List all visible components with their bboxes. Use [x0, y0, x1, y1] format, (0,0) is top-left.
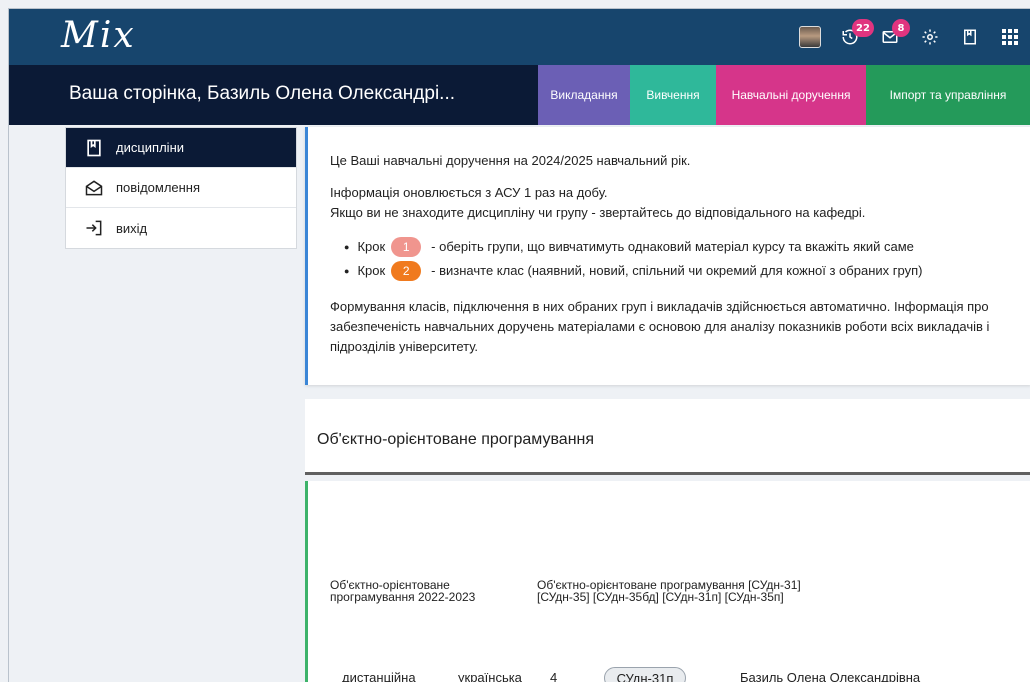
app-frame: Mix 22 8 Ваша сторінка, Базиль Олена Оле… [8, 8, 1030, 682]
sidebar-item-label: вихід [116, 220, 148, 236]
gear-icon [922, 29, 938, 45]
step-1-badge: 1 [391, 237, 422, 257]
study-language: українська [458, 670, 522, 682]
mail-badge: 8 [892, 19, 910, 37]
tab-import-management[interactable]: Імпорт та управління [866, 65, 1030, 125]
group-card: Об'єктно-орієнтоване програмування 2022-… [305, 481, 1030, 682]
group-code-pill[interactable]: СУдн-31п [604, 667, 686, 682]
sidebar-item-messages[interactable]: повідомлення [66, 168, 296, 208]
sidebar-item-disciplines[interactable]: дисципліни [66, 128, 296, 168]
steps-list: ● Крок 1 - оберіть групи, що вивчатимуть… [344, 235, 1009, 283]
info-contact-text: Якщо ви не знаходите дисципліну чи групу… [330, 205, 866, 220]
app-logo[interactable]: Mix [61, 15, 136, 56]
step-1-text: - оберіть групи, що вивчатимуть однакови… [431, 239, 914, 254]
group-full-name: Об'єктно-орієнтоване програмування [СУдн… [537, 578, 801, 604]
title-bar: Ваша сторінка, Базиль Олена Олександрі..… [9, 65, 1030, 125]
tab-teaching[interactable]: Викладання [538, 65, 630, 125]
apps-grid-icon [1002, 29, 1018, 45]
tab-studying[interactable]: Вивчення [630, 65, 716, 125]
history-button[interactable]: 22 [830, 9, 874, 65]
settings-button[interactable] [910, 9, 950, 65]
bookmark-button[interactable] [950, 9, 990, 65]
step-2-text: - визначте клас (наявний, новий, спільни… [431, 263, 923, 278]
step-2-badge: 2 [391, 261, 422, 281]
envelope-icon [85, 179, 103, 195]
sidebar: дисципліни повідомлення вихід [65, 127, 297, 249]
info-update-text: Інформація оновлюється з АСУ 1 раз на до… [330, 185, 608, 200]
info-footer-text: Формування класів, підключення в них обр… [330, 299, 990, 354]
course-number: 4 [550, 670, 558, 682]
group-course-name: Об'єктно-орієнтоване програмування 2022-… [330, 578, 476, 604]
topbar-icons: 22 8 [790, 9, 1030, 65]
step-label: Крок [357, 263, 386, 278]
teacher-name: Базиль Олена Олександрівна [740, 670, 921, 682]
logout-icon [86, 220, 102, 236]
course-title: Об'єктно-орієнтоване програмування [317, 431, 595, 448]
course-header[interactable]: Об'єктно-орієнтоване програмування [305, 399, 1030, 475]
step-label: Крок [357, 239, 386, 254]
sidebar-item-label: дисципліни [116, 140, 185, 155]
book-icon [87, 139, 101, 156]
bookmark-icon [964, 29, 976, 45]
apps-button[interactable] [990, 9, 1030, 65]
sidebar-item-logout[interactable]: вихід [66, 208, 296, 248]
top-bar: Mix 22 8 [9, 9, 1030, 65]
sidebar-item-label: повідомлення [116, 180, 201, 195]
user-avatar-button[interactable] [790, 9, 830, 65]
info-year-text: Це Ваші навчальні доручення на 2024/2025… [330, 153, 691, 168]
avatar [799, 26, 821, 48]
step-2: ● Крок 2 - визначте клас (наявний, новий… [344, 259, 1009, 283]
step-1: ● Крок 1 - оберіть групи, що вивчатимуть… [344, 235, 1009, 259]
main-tabs: Викладання Вивчення Навчальні доручення … [538, 65, 1030, 125]
page-title: Ваша сторінка, Базиль Олена Олександрі..… [69, 83, 456, 104]
mail-button[interactable]: 8 [870, 9, 910, 65]
study-form: дистанційна [342, 670, 416, 682]
info-card: Це Ваші навчальні доручення на 2024/2025… [305, 127, 1030, 385]
group-row: дистанційна українська 4 СУдн-31п Базиль… [308, 667, 1030, 682]
tab-assignments[interactable]: Навчальні доручення [716, 65, 866, 125]
